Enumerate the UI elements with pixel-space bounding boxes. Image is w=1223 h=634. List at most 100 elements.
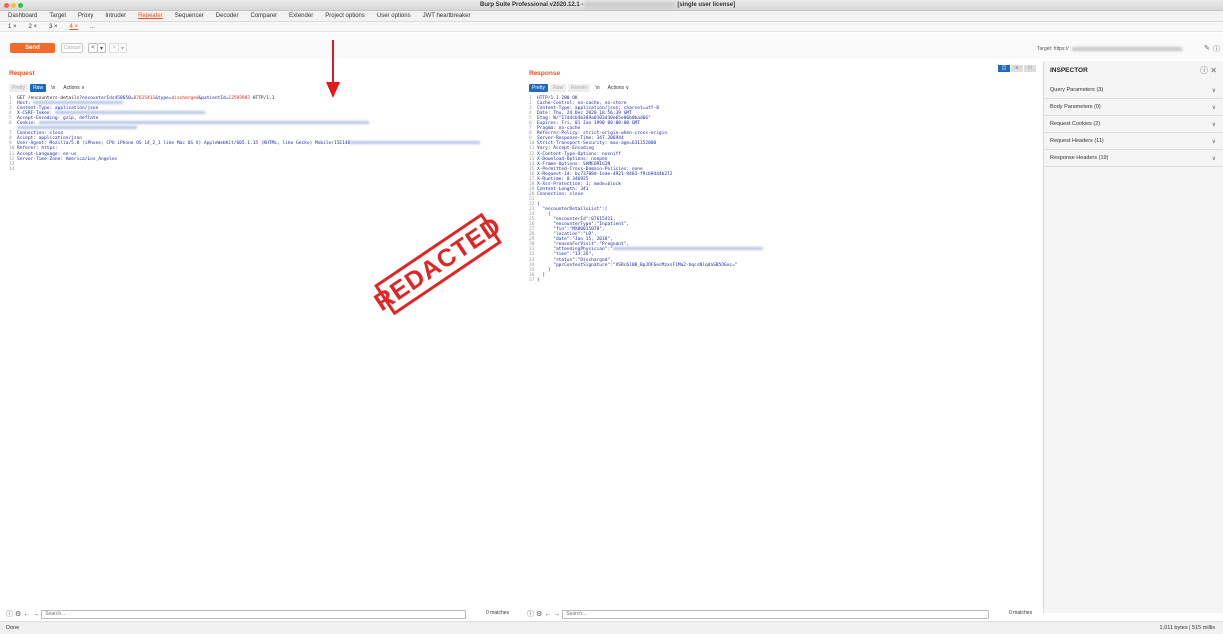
layout-toggle: ◫ ≡ □ bbox=[998, 65, 1037, 72]
highlighted-param-value: 12593987 bbox=[228, 96, 251, 101]
chevron-down-icon: ∨ bbox=[1211, 104, 1216, 111]
code-line: 14 bbox=[9, 167, 480, 172]
response-tab-actions[interactable]: Actions ∨ bbox=[605, 84, 632, 92]
edit-target-icon[interactable]: ✎ bbox=[1204, 44, 1210, 52]
redacted-stamp: REDACTED bbox=[368, 210, 507, 317]
send-button[interactable]: Send bbox=[10, 43, 55, 53]
request-tab-actions[interactable]: Actions ∨ bbox=[60, 84, 87, 92]
line-number: 37 bbox=[529, 277, 535, 283]
window-title-license: [single user license] bbox=[677, 2, 736, 9]
search-help-icon[interactable]: ⓘ bbox=[6, 609, 13, 619]
search-prev-icon[interactable]: ← bbox=[23, 611, 30, 618]
inspector-controls: ⓘ ✕ bbox=[1200, 65, 1217, 76]
redacted-blur bbox=[1071, 46, 1182, 51]
tab-dashboard[interactable]: Dashboard bbox=[8, 13, 37, 19]
response-view-tabs: Pretty Raw Render \n Actions ∨ bbox=[529, 83, 634, 92]
search-prev-icon[interactable]: ← bbox=[544, 611, 551, 618]
search-help-icon[interactable]: ⓘ bbox=[527, 609, 534, 619]
inspector-close-icon[interactable]: ✕ bbox=[1210, 66, 1217, 75]
back-history-dropdown[interactable]: ▾ bbox=[98, 43, 106, 53]
code-text: HTTP/1.1 bbox=[250, 96, 275, 101]
inspector-row-label: Response Headers (19) bbox=[1050, 155, 1109, 161]
request-tab-raw[interactable]: Raw bbox=[30, 83, 47, 92]
redacted-blur bbox=[38, 121, 369, 125]
repeater-tabs: 1 × 2 × 3 × 4 ×... bbox=[0, 22, 1223, 32]
request-tab-n[interactable]: \n bbox=[48, 84, 58, 92]
code-text: "pprContextSignature":"VSRc6l8B_BpJOF6ec… bbox=[537, 262, 738, 268]
window-titlebar: Burp Suite Professional v2020.12.1 - [sin… bbox=[0, 0, 1223, 11]
layout-tabbed-icon[interactable]: □ bbox=[1024, 65, 1036, 72]
tab-extender[interactable]: Extender bbox=[289, 13, 313, 19]
tab-repeater[interactable]: Repeater bbox=[138, 13, 163, 19]
request-match-count: 0 matches bbox=[486, 610, 510, 616]
request-search-input[interactable] bbox=[41, 609, 467, 619]
repeater-tab-3[interactable]: 3 × bbox=[49, 24, 58, 30]
response-search-input[interactable] bbox=[562, 609, 990, 619]
request-tab-pretty[interactable]: Pretty bbox=[9, 83, 29, 92]
target-indicator: Target: https:// bbox=[1037, 46, 1182, 52]
code-text: User-Agent: Mozilla/5.0 (iPhone; CPU iPh… bbox=[17, 141, 351, 147]
repeater-tab-1[interactable]: 1 × bbox=[8, 24, 17, 30]
redacted-blur bbox=[33, 101, 124, 105]
response-viewer[interactable]: 1 HTTP/1.1 200 OK 2 Cache-Control: no-cache… bbox=[529, 96, 763, 283]
tab-project-options[interactable]: Project options bbox=[325, 13, 365, 19]
inspector-row-query-parameters-3[interactable]: Query Parameters (3) ∨ bbox=[1044, 82, 1223, 99]
search-settings-icon[interactable]: ⚙ bbox=[536, 610, 542, 618]
tab-comparer[interactable]: Comparer bbox=[250, 13, 277, 19]
request-editor[interactable]: 1 GET /encounters-details?encounterIds458… bbox=[9, 96, 481, 172]
request-view-tabs: Pretty Raw \n Actions ∨ bbox=[9, 83, 90, 92]
search-next-icon[interactable]: → bbox=[553, 611, 560, 618]
search-next-icon[interactable]: → bbox=[32, 611, 39, 618]
inspector-row-label: Request Headers (11) bbox=[1050, 138, 1104, 144]
tab-user-options[interactable]: User options bbox=[377, 13, 411, 19]
forward-button[interactable]: > bbox=[109, 43, 119, 53]
zoom-window-button[interactable] bbox=[18, 3, 23, 8]
inspector-row-request-headers-11[interactable]: Request Headers (11) ∨ bbox=[1044, 133, 1223, 150]
layout-stacked-icon[interactable]: ≡ bbox=[1011, 65, 1023, 72]
repeater-tab-2[interactable]: 2 × bbox=[29, 24, 38, 30]
cancel-button[interactable]: Cancel bbox=[61, 43, 83, 53]
redacted-blur bbox=[585, 2, 676, 7]
chevron-down-icon: ∨ bbox=[1211, 155, 1216, 162]
redacted-blur bbox=[612, 247, 763, 251]
tab-jwt-heartbreaker[interactable]: JWT heartbreaker bbox=[423, 13, 471, 19]
tab-decoder[interactable]: Decoder bbox=[216, 13, 239, 19]
code-text: Connection: close bbox=[537, 191, 584, 197]
redacted-blur bbox=[54, 111, 205, 115]
tab-intruder[interactable]: Intruder bbox=[105, 13, 126, 19]
inspector-help-icon[interactable]: ⓘ bbox=[1200, 66, 1208, 75]
minimize-window-button[interactable] bbox=[11, 3, 16, 8]
tab-proxy[interactable]: Proxy bbox=[78, 13, 93, 19]
response-tab-pretty[interactable]: Pretty bbox=[529, 83, 549, 92]
redacted-blur bbox=[17, 126, 137, 130]
back-button[interactable]: < bbox=[88, 43, 98, 53]
code-text: } bbox=[537, 277, 540, 283]
tab-sequencer[interactable]: Sequencer bbox=[175, 13, 204, 19]
response-tab-n[interactable]: \n bbox=[592, 84, 602, 92]
forward-history-dropdown[interactable]: ▾ bbox=[119, 43, 127, 53]
tab-target[interactable]: Target bbox=[49, 13, 66, 19]
close-window-button[interactable] bbox=[4, 3, 9, 8]
window-title-text: Burp Suite Professional v2020.12.1 - bbox=[480, 2, 584, 9]
highlighted-param-value: discharged bbox=[171, 96, 199, 101]
layout-side-by-side-icon[interactable]: ◫ bbox=[998, 65, 1010, 72]
inspector-row-body-parameters-0[interactable]: Body Parameters (0) ∨ bbox=[1044, 99, 1223, 116]
code-text: &patientId= bbox=[198, 96, 229, 101]
inspector-row-request-cookies-2[interactable]: Request Cookies (2) ∨ bbox=[1044, 116, 1223, 133]
response-stats: 1,011 bytes | 515 millis bbox=[1159, 625, 1215, 631]
repeater-tab-5[interactable]: ... bbox=[90, 24, 95, 30]
response-tab-raw[interactable]: Raw bbox=[550, 83, 567, 92]
code-line: 34 "pprContextSignature":"VSRc6l8B_BpJOF… bbox=[529, 263, 763, 268]
search-settings-icon[interactable]: ⚙ bbox=[15, 610, 21, 618]
response-tab-render[interactable]: Render bbox=[568, 83, 591, 92]
code-text: Server-Time-Zone: America/Los_Angeles bbox=[17, 156, 118, 162]
inspector-panel: INSPECTOR ⓘ ✕ Query Parameters (3) ∨ Body … bbox=[1043, 61, 1223, 613]
response-title: Response bbox=[529, 70, 561, 77]
code-line: 37} bbox=[529, 278, 763, 283]
repeater-tab-4[interactable]: 4 × bbox=[70, 24, 79, 30]
inspector-row-label: Query Parameters (3) bbox=[1050, 87, 1104, 93]
help-icon[interactable]: ⓘ bbox=[1213, 44, 1220, 54]
redacted-blur bbox=[350, 141, 481, 145]
inspector-row-response-headers-19[interactable]: Response Headers (19) ∨ bbox=[1044, 150, 1223, 167]
code-line: 9 User-Agent: Mozilla/5.0 (iPhone; CPU iP… bbox=[9, 141, 481, 147]
